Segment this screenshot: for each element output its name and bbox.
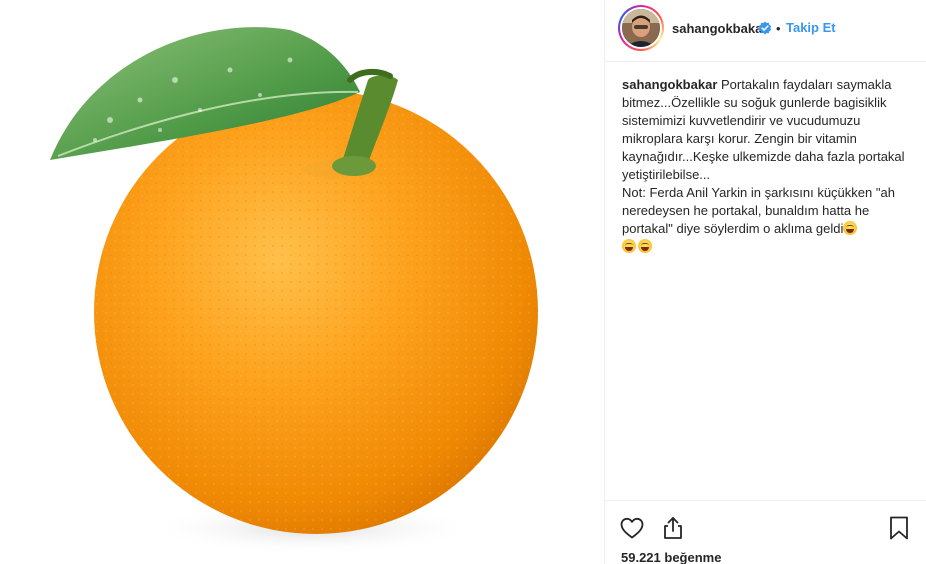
heart-icon[interactable] [619,515,645,541]
grinning-squinting-emoji-icon [622,239,636,253]
post-actions: 59.221 beğenme [605,500,926,564]
grinning-squinting-emoji-icon [638,239,652,253]
caption-text: Portakalın faydaları saymakla bitmez...Ö… [622,77,905,236]
orange-peel-texture [94,90,538,534]
stem-base [332,156,376,176]
header-separator: • [776,21,781,36]
follow-button[interactable]: Takip Et [786,20,836,35]
bookmark-icon[interactable] [888,515,910,541]
post-caption: sahangokbakar Portakalın faydaları sayma… [622,76,912,256]
caption-username[interactable]: sahangokbakar [622,77,717,92]
post-sidebar: sahangokbakar • Takip Et sahangokbakar P… [604,0,926,564]
verified-badge-icon [758,21,772,35]
likes-count[interactable]: 59.221 beğenme [621,550,721,564]
share-icon[interactable] [660,515,686,541]
orange-illustration [50,27,538,554]
post-header: sahangokbakar • Takip Et [605,0,926,62]
post-image[interactable] [0,0,604,564]
avatar-story-ring[interactable] [618,5,664,51]
grinning-squinting-emoji-icon [843,221,858,235]
author-username[interactable]: sahangokbakar [672,21,767,36]
avatar[interactable] [622,9,660,47]
